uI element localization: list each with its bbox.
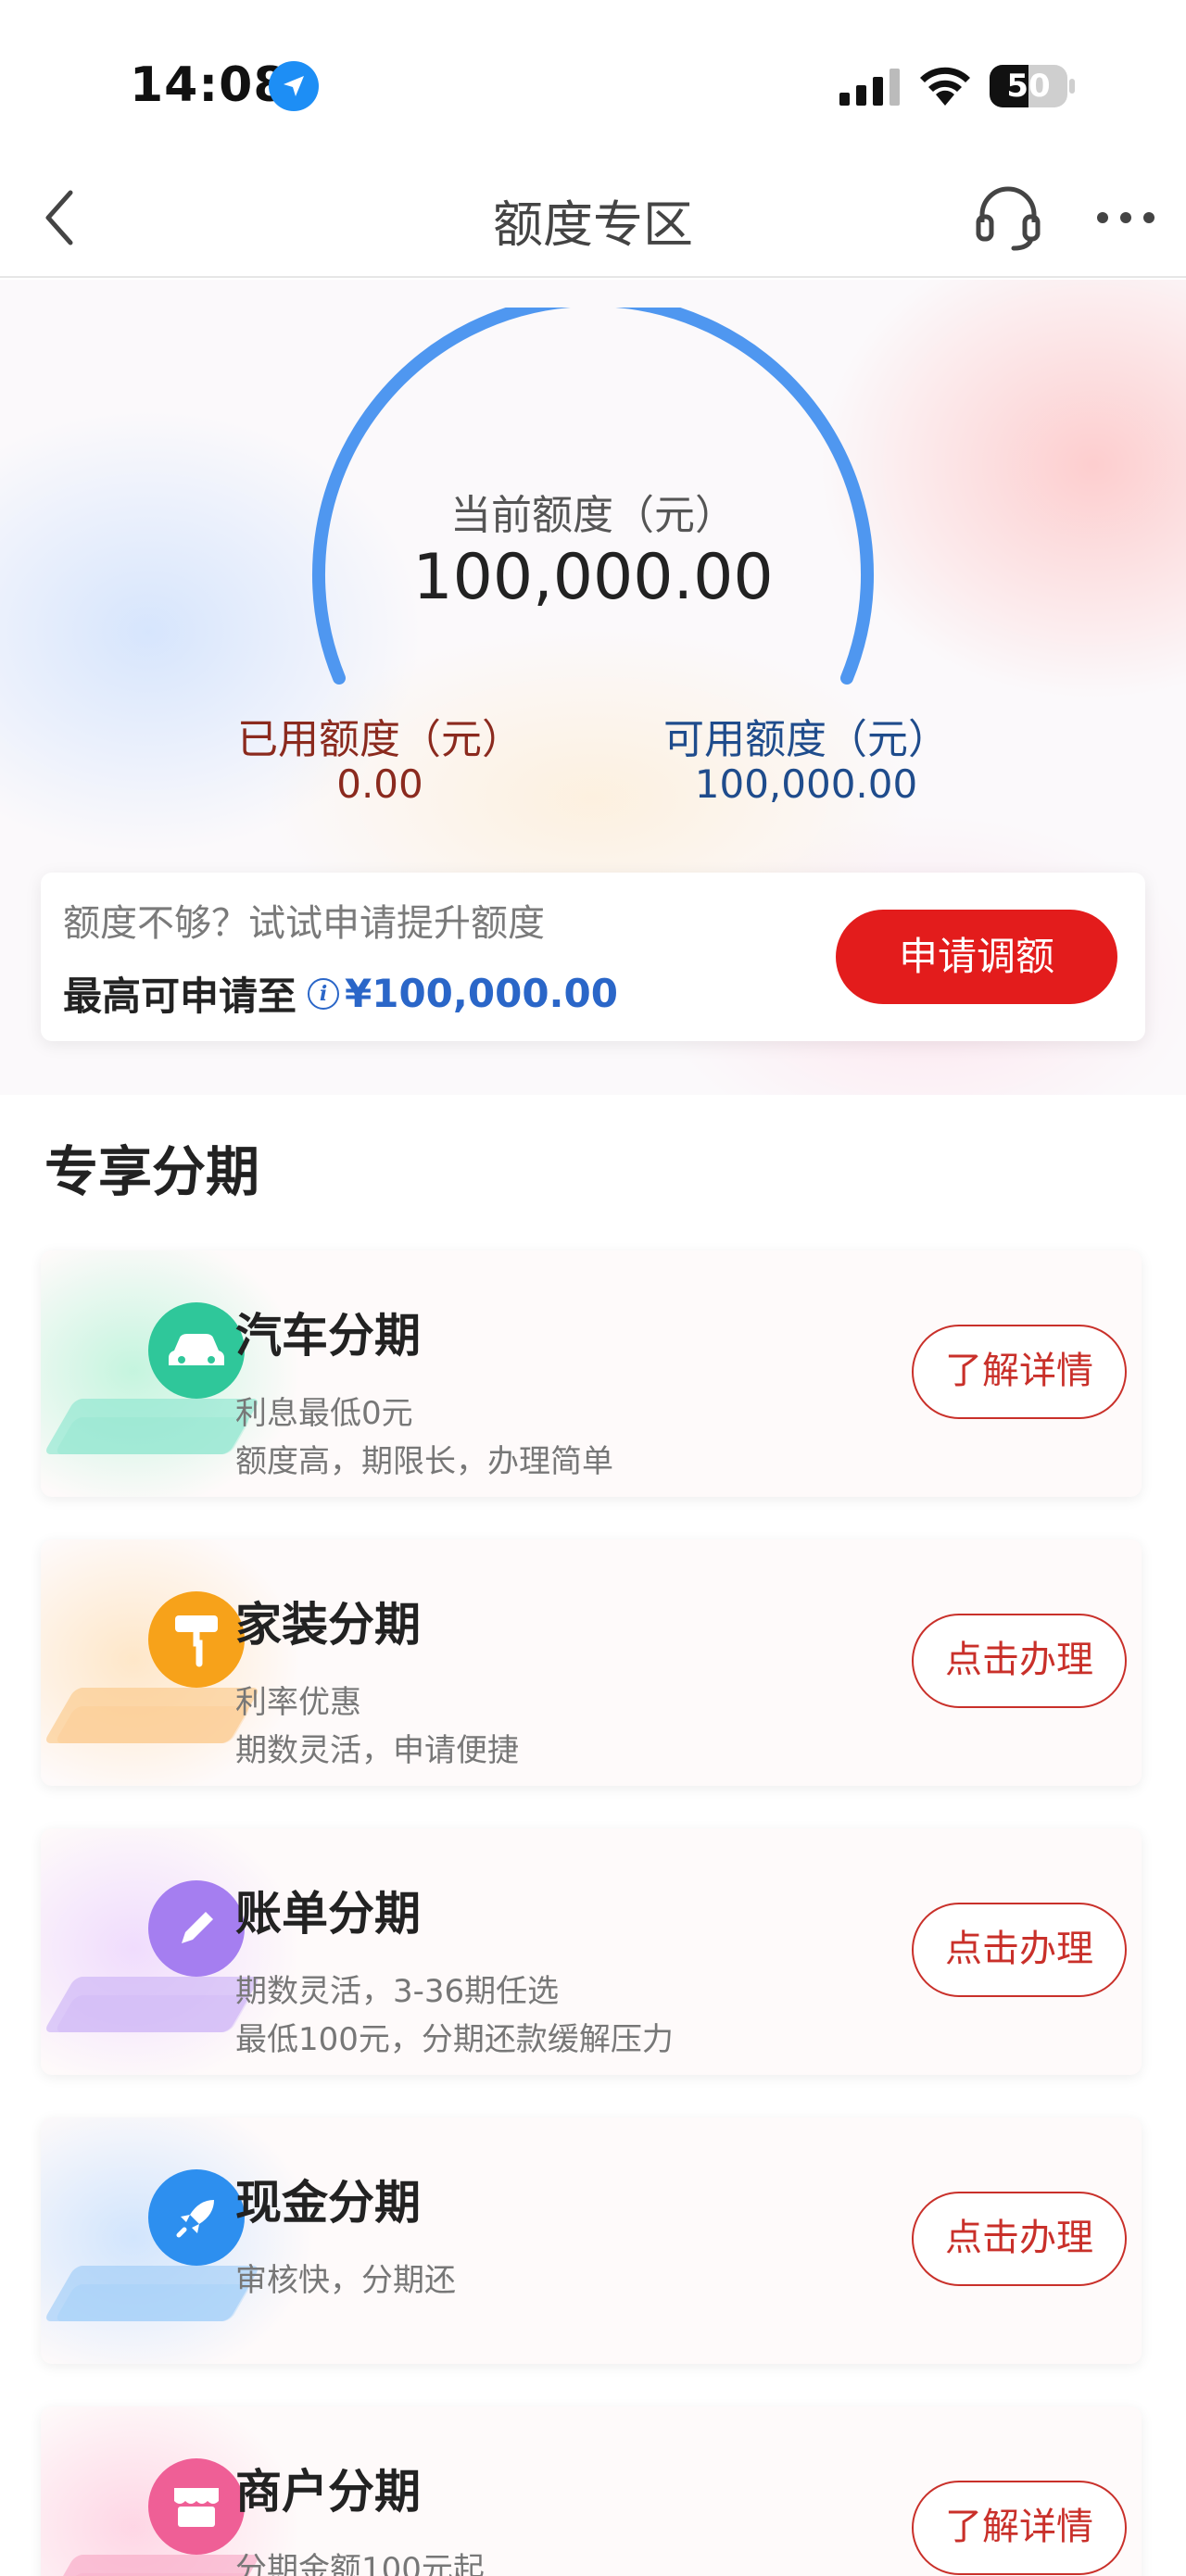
product-card-merchant[interactable]: 商户分期 分期金额100元起 了解详情 bbox=[41, 2406, 1142, 2576]
product-card-car[interactable]: 汽车分期 利息最低0元 额度高，期限长，办理简单 了解详情 bbox=[41, 1250, 1142, 1497]
info-icon[interactable]: i bbox=[308, 977, 340, 1010]
store-icon bbox=[148, 2458, 245, 2555]
credit-limit-hero: 当前额度（元） 100,000.00 已用额度（元） 0.00 可用额度（元） … bbox=[0, 280, 1186, 1095]
learn-more-button[interactable]: 了解详情 bbox=[912, 1325, 1127, 1419]
battery-icon: 50 bbox=[990, 65, 1075, 107]
product-desc-1: 期数灵活，3-36期任选 bbox=[235, 1973, 560, 2010]
battery-level: 50 bbox=[1006, 68, 1051, 105]
status-bar: 14:08 50 bbox=[0, 0, 1186, 157]
car-icon bbox=[148, 1302, 245, 1399]
used-limit-label: 已用额度（元） bbox=[237, 716, 523, 763]
product-desc-2: 最低100元，分期还款缓解压力 bbox=[235, 2021, 674, 2058]
product-desc-2: 额度高，期限长，办理简单 bbox=[235, 1443, 613, 1480]
raise-limit-hint: 额度不够？试试申请提升额度 bbox=[63, 902, 545, 945]
learn-more-button[interactable]: 了解详情 bbox=[912, 2481, 1127, 2575]
location-arrow-icon bbox=[269, 61, 319, 111]
product-card-bill[interactable]: 账单分期 期数灵活，3-36期任选 最低100元，分期还款缓解压力 点击办理 bbox=[41, 1828, 1142, 2075]
available-limit-value: 100,000.00 bbox=[694, 761, 918, 807]
used-limit-value: 0.00 bbox=[336, 761, 423, 807]
more-options-icon[interactable] bbox=[1093, 195, 1158, 241]
product-desc-1: 审核快，分期还 bbox=[235, 2262, 456, 2299]
product-card-home-decoration[interactable]: 家装分期 利率优惠 期数灵活，申请便捷 点击办理 bbox=[41, 1539, 1142, 1786]
rocket-icon bbox=[148, 2169, 245, 2266]
max-apply-row: 最高可申请至 i ¥100,000.00 bbox=[63, 965, 618, 1022]
product-title: 汽车分期 bbox=[235, 1309, 421, 1363]
paint-roller-icon bbox=[148, 1591, 245, 1688]
product-desc-1: 分期金额100元起 bbox=[235, 2551, 485, 2576]
apply-now-button[interactable]: 点击办理 bbox=[912, 1614, 1127, 1708]
section-title: 专享分期 bbox=[44, 1140, 260, 1203]
product-card-cash[interactable]: 现金分期 审核快，分期还 点击办理 bbox=[41, 2117, 1142, 2364]
product-desc-2: 期数灵活，申请便捷 bbox=[235, 1732, 519, 1769]
apply-now-button[interactable]: 点击办理 bbox=[912, 1903, 1127, 1997]
cellular-signal-icon bbox=[839, 69, 900, 106]
nav-bar: 额度专区 bbox=[0, 157, 1186, 278]
product-desc-1: 利率优惠 bbox=[235, 1684, 361, 1721]
product-title: 商户分期 bbox=[235, 2465, 421, 2519]
apply-adjust-limit-button[interactable]: 申请调额 bbox=[836, 910, 1117, 1004]
current-limit-label: 当前额度（元） bbox=[450, 492, 736, 539]
pencil-icon bbox=[148, 1880, 245, 1977]
product-title: 现金分期 bbox=[235, 2176, 421, 2230]
wifi-icon bbox=[920, 67, 970, 106]
max-apply-amount: ¥100,000.00 bbox=[345, 971, 618, 1016]
product-desc-1: 利息最低0元 bbox=[235, 1395, 413, 1432]
status-time: 14:08 bbox=[130, 57, 288, 113]
product-title: 账单分期 bbox=[235, 1887, 421, 1941]
available-limit-label: 可用额度（元） bbox=[663, 716, 949, 763]
max-apply-label: 最高可申请至 bbox=[63, 974, 297, 1019]
product-title: 家装分期 bbox=[235, 1598, 421, 1652]
headset-service-icon[interactable] bbox=[973, 182, 1043, 252]
apply-now-button[interactable]: 点击办理 bbox=[912, 2192, 1127, 2286]
current-limit-value: 100,000.00 bbox=[412, 541, 774, 614]
raise-limit-card: 额度不够？试试申请提升额度 最高可申请至 i ¥100,000.00 申请调额 bbox=[41, 873, 1145, 1041]
